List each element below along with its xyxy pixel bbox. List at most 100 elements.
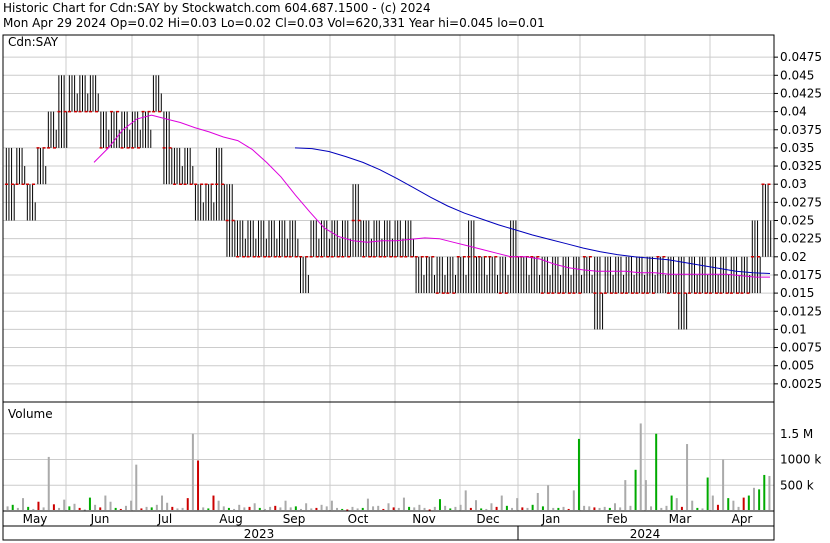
y-tick-label: 0.0475 (780, 50, 822, 64)
y-tick-label: 0.04 (780, 105, 807, 119)
volume-bar (243, 507, 246, 510)
year-label: 2024 (630, 527, 661, 541)
volume-bar (588, 506, 591, 510)
volume-bar (423, 507, 426, 510)
volume-bar (701, 508, 704, 510)
y-tick-label: 0.0425 (780, 86, 822, 100)
volume-bar (114, 507, 117, 510)
volume-bar (464, 490, 467, 510)
volume-bar (217, 500, 220, 510)
volume-bar (186, 498, 189, 510)
volume-bar (665, 505, 668, 510)
y-tick-label: 0.0225 (780, 232, 822, 246)
volume-bar (624, 480, 627, 510)
volume-bar (691, 500, 694, 510)
volume-bar (212, 495, 215, 510)
volume-bar (603, 506, 606, 510)
volume-bar (346, 509, 349, 511)
volume-bar (747, 495, 750, 510)
month-label: Apr (732, 512, 753, 526)
volume-bar (16, 507, 19, 510)
volume-bar (361, 507, 364, 510)
volume-bar (644, 480, 647, 510)
volume-bar (135, 464, 138, 510)
month-label: Sep (283, 512, 306, 526)
volume-bar (377, 505, 380, 510)
volume-bar (639, 423, 642, 510)
volume-bar (88, 497, 91, 510)
volume-bar (52, 504, 55, 510)
volume-bar (351, 506, 354, 510)
volume-bar (660, 507, 663, 510)
volume-bar (207, 508, 210, 510)
y-tick-label: 0.035 (780, 141, 814, 155)
volume-bar (310, 508, 313, 510)
volume-bar (171, 506, 174, 510)
volume-label: Volume (8, 407, 53, 421)
volume-bar (161, 495, 164, 510)
volume-bar (299, 508, 302, 510)
volume-bar (567, 508, 570, 510)
y-tick-label: 0.0025 (780, 377, 822, 391)
volume-bar (418, 504, 421, 510)
volume-bar (99, 507, 102, 510)
volume-bar (27, 506, 30, 510)
volume-bar (58, 507, 61, 510)
volume-bar (269, 506, 272, 510)
volume-bar (258, 507, 261, 510)
volume-bar (32, 508, 35, 510)
volume-bar (608, 507, 611, 510)
month-label: Nov (412, 512, 435, 526)
volume-bar (408, 506, 411, 510)
volume-bar (495, 506, 498, 510)
volume-bar (402, 497, 405, 510)
volume-bar (320, 504, 323, 510)
volume-bar (140, 508, 143, 510)
volume-bar (511, 507, 514, 510)
month-label: Aug (219, 512, 242, 526)
volume-bar (336, 507, 339, 510)
y-tick-label: 0.01 (780, 322, 807, 336)
chart-subtitle-stats: Mon Apr 29 2024 Op=0.02 Hi=0.03 Lo=0.02 … (3, 16, 545, 30)
y-tick-label: 0.0375 (780, 123, 822, 137)
volume-bar (150, 507, 153, 510)
volume-bar (145, 506, 148, 510)
month-label: Mar (669, 512, 692, 526)
stock-chart: Historic Chart for Cdn:SAY by Stockwatch… (0, 0, 830, 543)
volume-bar (274, 505, 277, 510)
volume-bar (686, 444, 689, 510)
volume-bar (325, 506, 328, 510)
volume-bar (6, 506, 9, 510)
volume-bar (284, 500, 287, 510)
volume-bar (521, 507, 524, 510)
volume-bar (500, 495, 503, 510)
volume-bar (480, 508, 483, 510)
volume-bar (104, 495, 107, 510)
year-label: 2023 (244, 527, 275, 541)
month-label: Jul (157, 512, 172, 526)
volume-bar (732, 500, 735, 510)
volume-bar (233, 508, 236, 510)
volume-bar (253, 503, 256, 510)
month-label: Feb (606, 512, 627, 526)
volume-bar (547, 485, 550, 510)
volume-bar (68, 506, 71, 510)
volume-bar (516, 498, 519, 510)
volume-bar (11, 504, 14, 510)
volume-bar (598, 507, 601, 510)
volume-bar (176, 508, 179, 510)
volume-bar (356, 508, 359, 510)
volume-bar (366, 498, 369, 510)
volume-bar (619, 507, 622, 510)
y-tick-label: 0.0125 (780, 304, 822, 318)
y-tick-label: 0.02 (780, 250, 807, 264)
volume-bar (202, 507, 205, 510)
volume-bar (279, 507, 282, 510)
volume-bar (181, 507, 184, 510)
volume-bar (655, 433, 658, 510)
volume-bar (459, 504, 462, 510)
volume-bar (341, 508, 344, 510)
volume-bar (722, 459, 725, 510)
volume-bar (119, 508, 122, 510)
volume-bar (711, 495, 714, 510)
